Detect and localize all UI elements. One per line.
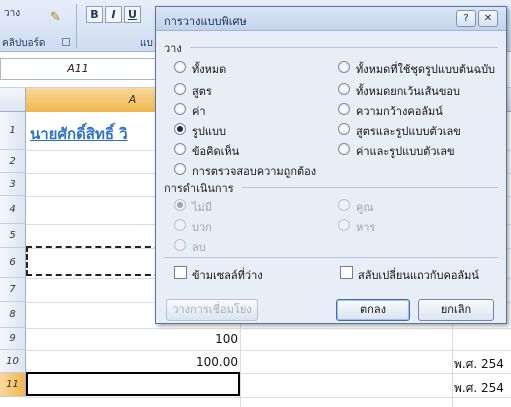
radio-indicator [174,219,186,231]
radio-indicator [174,103,186,115]
cell-right-11[interactable]: พ.ศ. 254 [454,379,504,398]
select-all-corner[interactable] [0,88,26,112]
row-header[interactable]: 9 [0,328,26,350]
ok-button[interactable]: ตกลง [336,299,410,321]
row-header[interactable]: 2 [0,150,26,173]
row-header[interactable]: 1 [0,112,26,150]
radio-indicator [338,83,350,95]
row-header[interactable]: 8 [0,302,26,328]
grid-line [26,350,511,351]
row-header-selected[interactable]: 11 [0,373,26,397]
option-label: หาร [356,221,376,234]
row-header[interactable]: 10 [0,350,26,373]
paste-section-label: วาง [164,42,182,55]
cell-a9[interactable]: 100 [26,332,238,346]
underline-button[interactable]: U [124,6,141,23]
cell-a1[interactable]: นายศักดิ์สิทธิ์ วิ [30,122,128,146]
option-label: สูตร [192,85,212,98]
close-icon[interactable]: ✕ [478,10,498,27]
dialog-title: การวางแบบพิเศษ [164,15,247,28]
font-group-label: แบ [140,38,153,49]
option-label: บวก [192,221,212,234]
radio-indicator [338,103,350,115]
row-header[interactable]: 4 [0,196,26,224]
format-painter-icon[interactable]: ✎ [50,10,61,25]
option-label: รูปแบบ [192,125,226,138]
option-label: สลับเปลี่ยนแถวกับคอลัมน์ [358,269,479,282]
section-divider [164,257,498,258]
radio-indicator [338,143,350,155]
cell-a10[interactable]: 100.00 [26,355,238,369]
paste-button[interactable]: วาง [4,6,20,21]
option-label: คูณ [356,201,374,214]
radio-indicator-selected [174,199,186,211]
italic-button[interactable]: I [105,6,122,23]
clipboard-launcher-icon[interactable] [62,38,70,46]
radio-indicator [174,61,186,73]
radio-indicator [174,239,186,251]
checkbox-box [340,266,353,279]
radio-indicator-selected [174,123,186,135]
radio-indicator [338,123,350,135]
radio-indicator [174,143,186,155]
option-label: ทั้งหมด [192,63,227,76]
option-label: ข้อคิดเห็น [192,145,240,158]
row-header[interactable]: 7 [0,278,26,302]
excel-window: วาง ✎ คลิปบอร์ด B I U แบ A11 A 1 2 3 4 5… [0,0,511,407]
radio-indicator [174,83,186,95]
radio-indicator [174,163,186,175]
operation-section-label: การดำเนินการ [164,182,234,195]
option-label: ค่า [192,105,206,118]
clipboard-group-label: คลิปบอร์ด [2,38,46,49]
radio-indicator [338,61,350,73]
bold-button[interactable]: B [86,6,103,23]
option-label: ข้ามเซลล์ที่ว่าง [192,269,263,282]
radio-indicator [338,219,350,231]
row-header[interactable]: 6 [0,248,26,278]
section-divider [242,187,498,188]
name-box[interactable]: A11 [0,58,156,80]
option-label: ไม่มี [192,201,213,214]
option-label: ลบ [192,241,206,254]
grid-line [26,397,511,398]
cancel-button[interactable]: ยกเลิก [418,299,494,321]
paste-link-button[interactable]: วางการเชื่อมโยง [166,299,258,321]
active-cell-a11[interactable] [26,372,240,396]
cell-right-10[interactable]: พ.ศ. 254 [454,355,504,374]
section-divider [190,47,498,48]
paste-special-dialog: การวางแบบพิเศษ ? ✕ วาง ทั้งหมด สูตร ค่า … [155,6,507,324]
option-label: สูตรและรูปแบบตัวเลข [356,125,461,138]
option-label: การตรวจสอบความถูกต้อง [192,165,317,178]
option-label: ทั้งหมดยกเว้นเส้นขอบ [356,85,460,98]
dialog-titlebar[interactable]: การวางแบบพิเศษ ? ✕ [156,7,506,31]
grid-line [26,328,511,329]
help-icon[interactable]: ? [456,10,476,27]
option-label: ค่าและรูปแบบตัวเลข [356,145,455,158]
option-label: ทั้งหมดที่ใช้ชุดรูปแบบต้นฉบับ [356,63,496,76]
checkbox-box [174,266,187,279]
row-header[interactable]: 3 [0,173,26,196]
ribbon-divider [76,4,77,48]
option-label: ความกว้างคอลัมน์ [356,105,443,118]
row-header[interactable]: 5 [0,224,26,248]
radio-indicator [338,199,350,211]
